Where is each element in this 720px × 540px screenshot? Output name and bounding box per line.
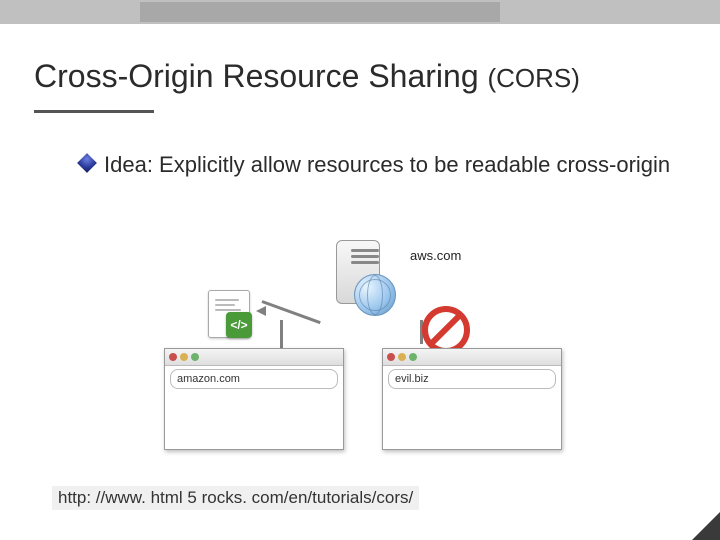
browser-window-allowed: amazon.com: [164, 348, 344, 450]
title-underline: [34, 110, 154, 113]
slide-topbar-highlight: [140, 2, 500, 22]
globe-icon: [354, 274, 396, 316]
window-titlebar: [383, 349, 561, 366]
bullet-row: Idea: Explicitly allow resources to be r…: [80, 150, 680, 180]
traffic-light-red-icon: [387, 353, 395, 361]
slide-body: Idea: Explicitly allow resources to be r…: [80, 150, 680, 180]
traffic-light-green-icon: [191, 353, 199, 361]
traffic-light-yellow-icon: [180, 353, 188, 361]
server-icon: [328, 240, 398, 318]
traffic-light-red-icon: [169, 353, 177, 361]
address-bar: amazon.com: [170, 369, 338, 389]
script-file-icon: </>: [208, 290, 256, 338]
title-paren: (CORS): [488, 63, 580, 93]
server-label: aws.com: [410, 248, 461, 263]
cors-diagram: aws.com </> amazon.com e: [160, 240, 580, 460]
bullet-text: Idea: Explicitly allow resources to be r…: [104, 150, 670, 180]
code-badge-icon: </>: [226, 312, 252, 338]
address-text: amazon.com: [177, 373, 240, 385]
title-main: Cross-Origin Resource Sharing: [34, 58, 488, 94]
slide-topbar: [0, 0, 720, 24]
footer-url: http: //www. html 5 rocks. com/en/tutori…: [52, 486, 419, 510]
arrow-icon: [280, 320, 283, 348]
slide-title: Cross-Origin Resource Sharing (CORS): [34, 58, 580, 95]
address-bar: evil.biz: [388, 369, 556, 389]
arrow-head-icon: [256, 306, 266, 316]
page-corner-icon: [692, 512, 720, 540]
window-titlebar: [165, 349, 343, 366]
forbidden-icon: [422, 306, 470, 354]
address-text: evil.biz: [395, 373, 429, 385]
browser-window-blocked: evil.biz: [382, 348, 562, 450]
traffic-light-yellow-icon: [398, 353, 406, 361]
arrow-icon: [261, 300, 320, 324]
diamond-bullet-icon: [77, 153, 97, 173]
traffic-light-green-icon: [409, 353, 417, 361]
